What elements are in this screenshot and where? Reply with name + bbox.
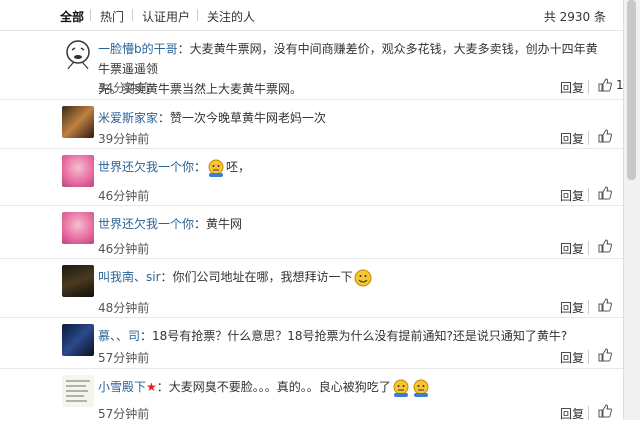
comment-time: 57分钟前 <box>98 351 150 365</box>
reply-button[interactable]: 回复 <box>560 299 584 316</box>
comment-username[interactable]: 米爱斯家家 <box>98 111 158 125</box>
like-button[interactable] <box>598 239 612 253</box>
action-separator <box>588 188 589 202</box>
comment-username[interactable]: 世界还欠我一个你 <box>98 160 194 174</box>
shrug-emoji-icon <box>208 159 224 177</box>
reply-button[interactable]: 回复 <box>560 130 584 147</box>
comment-content: 一脸懵b的干哥：大麦黄牛票网，没有中间商赚差价，观众多花钱，大麦多卖钱，创办十四… <box>98 39 608 99</box>
action-separator <box>588 406 589 420</box>
tab-following[interactable]: 关注的人 <box>207 8 255 25</box>
comment-row: 小雪殿下★：大麦网臭不要脸。。。真的。。良心被狗吃了 57分钟前 回复 <box>0 369 624 422</box>
comment-time: 39分钟前 <box>98 132 150 146</box>
scrollbar-thumb[interactable] <box>627 0 636 180</box>
avatar[interactable] <box>62 37 94 69</box>
vertical-scrollbar[interactable] <box>623 0 640 420</box>
thumbs-up-icon <box>598 129 612 143</box>
comment-time: 34分钟前 <box>98 81 150 95</box>
comment-row: 慕、、司：18号有抢票？什么意思？18号抢票为什么没有提前通知?还是说只通知了黄… <box>0 318 624 369</box>
reply-button[interactable]: 回复 <box>560 405 584 422</box>
action-separator <box>588 80 589 94</box>
like-button[interactable] <box>598 404 612 418</box>
comment-username[interactable]: 世界还欠我一个你 <box>98 217 194 231</box>
thumbs-up-icon <box>598 78 612 92</box>
verified-star-icon: ★ <box>146 380 157 394</box>
comment-time: 48分钟前 <box>98 301 150 315</box>
action-separator <box>588 241 589 255</box>
comment-content: 世界还欠我一个你： 呸， <box>98 157 608 178</box>
tab-verified-users[interactable]: 认证用户 <box>142 8 190 25</box>
comment-username[interactable]: 叫我南、sir <box>98 270 161 284</box>
comment-text: ：18号有抢票？什么意思？18号抢票为什么没有提前通知?还是说只通知了黄牛? <box>140 329 568 343</box>
thumbs-up-icon <box>598 186 612 200</box>
comment-time: 57分钟前 <box>98 407 150 421</box>
thumbs-up-icon <box>598 348 612 362</box>
comment-content: 米爱斯家家：赞一次今晚草黄牛网老妈一次 <box>98 108 608 128</box>
comment-tabs: 全部 热门 认证用户 关注的人 共 2930 条 <box>0 0 624 31</box>
comment-content: 小雪殿下★：大麦网臭不要脸。。。真的。。良心被狗吃了 <box>98 377 608 398</box>
like-button[interactable] <box>598 186 612 200</box>
comment-text: 呸， <box>226 160 251 174</box>
thumbs-up-icon <box>598 239 612 253</box>
comment-content: 世界还欠我一个你：黄牛网 <box>98 214 608 234</box>
reply-button[interactable]: 回复 <box>560 187 584 204</box>
reply-button[interactable]: 回复 <box>560 240 584 257</box>
comment-username[interactable]: 慕、、司 <box>98 329 140 343</box>
smile-emoji-icon <box>354 269 372 286</box>
comment-text: ： <box>194 160 207 174</box>
comment-row: 叫我南、sir：你们公司地址在哪，我想拜访一下 48分钟前 回复 <box>0 259 624 318</box>
comment-text: ：赞一次今晚草黄牛网老妈一次 <box>158 111 327 125</box>
shrug-emoji-icon <box>393 379 409 397</box>
comment-total-count: 共 2930 条 <box>543 10 606 24</box>
comment-content: 叫我南、sir：你们公司地址在哪，我想拜访一下 <box>98 267 608 288</box>
like-button[interactable] <box>598 348 612 362</box>
comment-username[interactable]: 小雪殿下 <box>98 380 146 394</box>
comment-row: 一脸懵b的干哥：大麦黄牛票网，没有中间商赚差价，观众多花钱，大麦多卖钱，创办十四… <box>0 31 624 100</box>
thumbs-up-icon <box>598 298 612 312</box>
avatar[interactable] <box>62 212 94 244</box>
reply-button[interactable]: 回复 <box>560 349 584 366</box>
comment-text: ：黄牛网 <box>194 217 243 231</box>
avatar[interactable] <box>62 155 94 187</box>
tab-separator <box>132 9 133 21</box>
comment-row: 米爱斯家家：赞一次今晚草黄牛网老妈一次 39分钟前 回复 <box>0 100 624 149</box>
comment-time: 46分钟前 <box>98 242 150 256</box>
action-separator <box>588 300 589 314</box>
avatar[interactable] <box>62 375 94 407</box>
tab-separator <box>90 9 91 21</box>
tab-hot[interactable]: 热门 <box>100 8 124 25</box>
shrug-emoji-icon <box>413 379 429 397</box>
reply-button[interactable]: 回复 <box>560 79 584 96</box>
tab-separator <box>197 9 198 21</box>
like-button[interactable] <box>598 129 612 143</box>
action-separator <box>588 350 589 364</box>
thumbs-up-icon <box>598 404 612 418</box>
comment-text: ：大麦网臭不要脸。。。真的。。良心被狗吃了 <box>156 380 391 394</box>
comment-row: 世界还欠我一个你：黄牛网 46分钟前 回复 <box>0 206 624 259</box>
avatar[interactable] <box>62 265 94 297</box>
tab-all[interactable]: 全部 <box>60 8 84 25</box>
action-separator <box>588 131 589 145</box>
like-button[interactable] <box>598 298 612 312</box>
comment-row: 世界还欠我一个你： 呸， 46分钟前 回复 <box>0 149 624 206</box>
comment-username[interactable]: 一脸懵b的干哥 <box>98 42 178 56</box>
avatar[interactable] <box>62 106 94 138</box>
comment-text: ：你们公司地址在哪，我想拜访一下 <box>160 270 353 284</box>
comment-content: 慕、、司：18号有抢票？什么意思？18号抢票为什么没有提前通知?还是说只通知了黄… <box>98 326 608 346</box>
like-button[interactable]: 1 <box>598 78 624 92</box>
comment-time: 46分钟前 <box>98 189 150 203</box>
avatar[interactable] <box>62 324 94 356</box>
